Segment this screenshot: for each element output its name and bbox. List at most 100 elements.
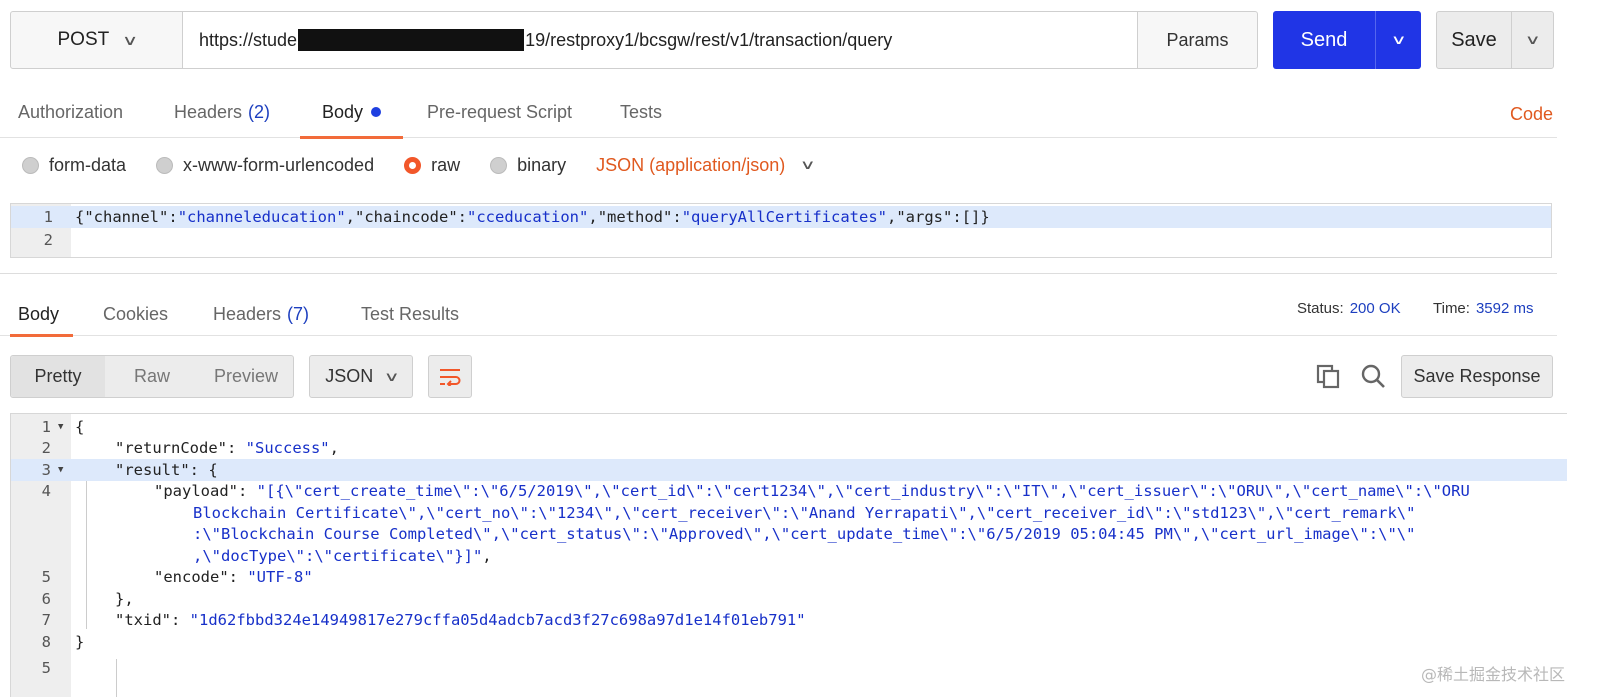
headers-count: (2) <box>248 101 271 122</box>
radio-raw[interactable]: raw <box>404 155 460 176</box>
modified-dot-icon <box>371 107 382 117</box>
line-number: 1 <box>41 417 51 436</box>
radio-circle <box>22 156 39 174</box>
tab-label: Body <box>18 303 60 324</box>
tab-label: Cookies <box>103 303 169 324</box>
time-readout: Time: 3592 ms <box>1433 300 1534 317</box>
line-code: "encode": "UTF-8" <box>154 568 313 587</box>
line-number: 7 <box>41 611 51 630</box>
radio-circle-selected <box>404 156 422 174</box>
search-icon <box>1361 364 1385 388</box>
editor-line-wrap: Blockchain Certificate\",\"cert_no\":\"1… <box>11 502 1567 524</box>
chevron-down-icon: ∨ <box>383 368 401 384</box>
search-button[interactable] <box>1358 361 1388 391</box>
params-button[interactable]: Params <box>1137 12 1257 68</box>
request-bar: POST ∨ https://stude 19/restproxy1/bcsgw/… <box>10 11 1258 69</box>
tab-label: Pre-request Script <box>427 101 573 122</box>
tab-prerequest-script[interactable]: Pre-request Script <box>427 86 572 138</box>
content-type-label: JSON (application/json) <box>596 154 786 175</box>
chevron-down-icon: ∨ <box>1390 32 1407 47</box>
url-suffix: 19/restproxy1/bcsgw/rest/v1/transaction/… <box>525 29 893 50</box>
copy-button[interactable] <box>1313 361 1343 391</box>
line-number: 5 <box>41 568 51 587</box>
send-button[interactable]: Send <box>1273 11 1375 69</box>
fold-arrow-icon[interactable]: ▼ <box>58 422 63 432</box>
radio-label: x-www-form-urlencoded <box>183 154 375 175</box>
line-number: 2 <box>43 231 53 249</box>
wrap-lines-button[interactable] <box>428 355 472 398</box>
method-label: POST <box>57 29 110 50</box>
time-label: Time: <box>1433 300 1470 317</box>
fold-arrow-icon[interactable]: ▼ <box>58 465 63 475</box>
send-dropdown-button[interactable]: ∨ <box>1375 11 1421 69</box>
line-number: 3 <box>41 460 51 479</box>
line-code: }, <box>115 589 134 608</box>
line-number: 8 <box>41 632 51 651</box>
save-button[interactable]: Save <box>1437 12 1511 68</box>
editor-line: 2 <box>11 229 1551 251</box>
line-number: 6 <box>41 589 51 608</box>
tab-label: Headers <box>213 303 282 324</box>
content-type-select[interactable]: JSON (application/json) ∨ <box>596 154 817 176</box>
line-number: 2 <box>41 439 51 458</box>
status-readout: Status: 200 OK <box>1297 300 1401 317</box>
tab-cookies[interactable]: Cookies <box>103 292 168 336</box>
radio-form-data[interactable]: form-data <box>22 155 126 176</box>
view-mode-segmented: Pretty Raw Preview <box>10 355 294 398</box>
editor-line: 7 "txid": "1d62fbbd324e14949817e279cffa0… <box>11 610 1567 632</box>
time-value: 3592 ms <box>1475 300 1534 317</box>
view-preview-button[interactable]: Preview <box>199 356 293 397</box>
watermark: @稀土掘金技术社区 <box>1420 665 1565 684</box>
request-body-editor[interactable]: 1 {"channel":"channeleducation","chainco… <box>10 203 1552 258</box>
line-code: } <box>75 632 85 651</box>
tab-label: Authorization <box>18 101 124 122</box>
editor-line: 4 "payload": "[{\"cert_create_time\":\"6… <box>11 481 1567 503</box>
editor-line-wrap: ,\"docType\":\"certificate\"}]", <box>11 545 1567 567</box>
send-button-group: Send ∨ <box>1273 11 1421 69</box>
line-code: ,\"docType\":\"certificate\"}]", <box>193 546 492 565</box>
tab-tests[interactable]: Tests <box>620 86 662 138</box>
method-select[interactable]: POST ∨ <box>11 12 183 68</box>
chevron-down-icon: ∨ <box>1524 32 1541 47</box>
tab-response-headers[interactable]: Headers (7) <box>213 292 309 336</box>
response-body-editor[interactable]: 1 ▼ { 2 "returnCode": "Success", 3 ▼ "re… <box>10 413 1567 697</box>
radio-label: binary <box>517 154 567 175</box>
chevron-down-icon: ∨ <box>799 157 817 172</box>
tab-test-results[interactable]: Test Results <box>361 292 459 336</box>
editor-line-wrap: :\"Blockchain Course Completed\",\"cert_… <box>11 524 1567 546</box>
url-input[interactable]: https://stude 19/restproxy1/bcsgw/rest/v1… <box>183 12 1137 68</box>
radio-circle <box>156 156 174 174</box>
tab-headers[interactable]: Headers (2) <box>174 86 270 138</box>
tab-authorization[interactable]: Authorization <box>18 86 123 138</box>
radio-urlencoded[interactable]: x-www-form-urlencoded <box>156 155 374 176</box>
line-code: "result": { <box>115 460 218 479</box>
divider <box>0 273 1557 274</box>
body-type-radios: form-data x-www-form-urlencoded raw bina… <box>22 150 817 180</box>
copy-icon <box>1316 364 1340 389</box>
request-tabs: Authorization Headers (2) Body Pre-reques… <box>0 86 1557 139</box>
line-number: 4 <box>41 482 51 501</box>
save-dropdown-button[interactable]: ∨ <box>1511 12 1553 68</box>
radio-label: raw <box>431 154 461 175</box>
tab-response-body[interactable]: Body <box>9 292 74 337</box>
line-code: Blockchain Certificate\",\"cert_no\":\"1… <box>193 503 1416 522</box>
view-raw-button[interactable]: Raw <box>105 356 199 397</box>
tab-label: Body <box>322 101 364 122</box>
code-link[interactable]: Code <box>1510 104 1553 125</box>
editor-line: 1 {"channel":"channeleducation","chainco… <box>11 206 1551 228</box>
editor-line: 6 }, <box>11 588 1567 610</box>
format-select[interactable]: JSON ∨ <box>309 355 413 398</box>
line-code: :\"Blockchain Course Completed\",\"cert_… <box>193 525 1416 544</box>
line-code: "returnCode": "Success", <box>115 439 339 458</box>
tab-label: Test Results <box>361 303 460 324</box>
radio-binary[interactable]: binary <box>490 155 566 176</box>
line-number: 5 <box>41 658 51 677</box>
editor-line: 2 "returnCode": "Success", <box>11 438 1567 460</box>
save-response-button[interactable]: Save Response <box>1401 355 1553 398</box>
format-label: JSON <box>325 366 374 386</box>
tab-label: Headers <box>174 101 243 122</box>
status-value: 200 OK <box>1349 300 1401 317</box>
view-pretty-button[interactable]: Pretty <box>11 356 105 397</box>
tab-body[interactable]: Body <box>299 86 404 139</box>
editor-line: 5 <box>11 657 1567 679</box>
